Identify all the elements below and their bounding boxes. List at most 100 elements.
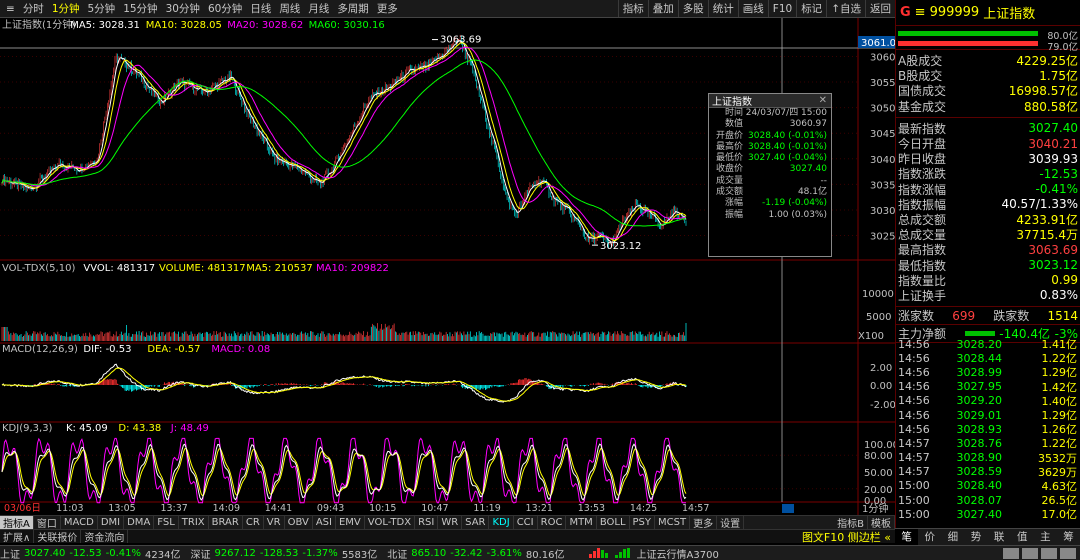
macd-legend-item: DIF: -0.53: [83, 344, 131, 355]
data-window-value: 3027.40 (-0.04%): [748, 153, 827, 164]
stock-name: 上证指数: [983, 7, 1036, 22]
order-strength-bars: 80.0亿 79.0亿: [896, 26, 1080, 53]
menu-icon[interactable]: ≡: [2, 0, 19, 17]
indicator-tab[interactable]: 更多: [690, 516, 718, 530]
period-tab[interactable]: 月线: [304, 0, 333, 17]
quote-value: 3023.12: [1028, 258, 1078, 273]
window-icon[interactable]: [1041, 547, 1057, 559]
quote-tab[interactable]: 细: [941, 529, 964, 545]
period-tab[interactable]: 日线: [246, 0, 275, 17]
menu-icon[interactable]: ≡: [915, 5, 926, 20]
window-icon[interactable]: [1003, 547, 1019, 559]
indicator-tab[interactable]: KDJ: [489, 516, 514, 529]
main-legend-item: MA20: 3028.62: [227, 20, 303, 31]
time-cursor-box: [782, 504, 794, 513]
data-window-key: 振幅: [724, 209, 743, 220]
quote-tab[interactable]: 联: [988, 529, 1011, 545]
toolbar-button[interactable]: 指标: [617, 0, 648, 17]
quote-tab[interactable]: 势: [964, 529, 987, 545]
indicator-tab[interactable]: SAR: [462, 516, 490, 529]
indicator-tab[interactable]: FSL: [154, 516, 179, 529]
indicator-tab[interactable]: BRAR: [209, 516, 243, 529]
high-label: 3063.69: [440, 35, 481, 46]
sidebar-toggle[interactable]: 图文F10 侧边栏 «: [802, 529, 895, 545]
period-tab[interactable]: 多周期: [333, 0, 373, 17]
group-badge[interactable]: G: [896, 5, 915, 20]
extension-tab[interactable]: 扩展∧: [0, 530, 35, 544]
indicator-tab[interactable]: OBV: [285, 516, 313, 529]
tick-time: 14:56: [898, 351, 930, 365]
toolbar-button[interactable]: 多股: [677, 0, 708, 17]
period-tab[interactable]: 60分钟: [204, 0, 246, 17]
indicator-tab[interactable]: DMA: [124, 516, 155, 529]
sell-strength-value: 79.0亿: [1047, 42, 1078, 53]
period-tab[interactable]: 5分钟: [84, 0, 120, 17]
window-icon[interactable]: [1022, 547, 1038, 559]
ma10-line: [1, 42, 687, 242]
toolbar-button[interactable]: 叠加: [647, 0, 678, 17]
indicator-tab[interactable]: TRIX: [179, 516, 209, 529]
indicator-tab[interactable]: EMV: [336, 516, 365, 529]
indicator-template-button[interactable]: 指标B: [834, 516, 868, 530]
quote-tab[interactable]: 笔: [895, 529, 919, 545]
quote-value: 0.99: [1051, 273, 1078, 288]
extension-tab[interactable]: 资金流向: [81, 530, 129, 544]
period-tab[interactable]: 周线: [275, 0, 304, 17]
indicator-tab[interactable]: 窗口: [34, 516, 61, 530]
tick-time: 14:56: [898, 365, 930, 379]
toolbar-button[interactable]: ↑自选: [826, 0, 865, 17]
toolbar-button[interactable]: 统计: [707, 0, 738, 17]
toolbar-button[interactable]: 返回: [865, 0, 895, 17]
period-tab[interactable]: 15分钟: [119, 0, 161, 17]
indicator-tab[interactable]: MACD: [61, 516, 98, 529]
indicator-tab[interactable]: CCI: [514, 516, 538, 529]
indicator-tab[interactable]: CR: [243, 516, 264, 529]
indicator-tab[interactable]: 指标A: [0, 516, 34, 530]
quote-row: 最低指数 3023.12: [896, 257, 1080, 273]
indicator-tab[interactable]: ROC: [538, 516, 567, 529]
period-tab[interactable]: 30分钟: [162, 0, 204, 17]
toolbar-button[interactable]: 标记: [796, 0, 826, 17]
quote-tab[interactable]: 筹: [1057, 529, 1080, 545]
time-axis-label: 10:15: [369, 503, 396, 514]
quote-tab[interactable]: 主: [1034, 529, 1057, 545]
indicator-tab[interactable]: RSI: [415, 516, 439, 529]
close-icon[interactable]: ✕: [815, 95, 831, 106]
price-tick-label: 3035: [870, 180, 895, 191]
indicator-tab[interactable]: VR: [264, 516, 285, 529]
extension-bar: 扩展∧ 关联报价 资金流向 图文F10 侧边栏 «: [0, 529, 895, 545]
indicator-tab[interactable]: ASI: [313, 516, 336, 529]
data-window-value: 1.00 (0.03%): [768, 209, 827, 220]
data-window-row: 涨幅 -1.19 (-0.04%): [709, 198, 831, 209]
period-tab[interactable]: 更多: [373, 0, 402, 17]
period-tab[interactable]: 分时: [19, 0, 48, 17]
indicator-tab[interactable]: VOL-TDX: [365, 516, 416, 529]
quote-row: 最新指数 3027.40: [896, 121, 1080, 136]
quote-tab[interactable]: 价: [918, 529, 941, 545]
indicator-tab[interactable]: BOLL: [597, 516, 630, 529]
tick-row: 14:56 3028.93 1.26亿: [896, 422, 1080, 437]
indicator-tab[interactable]: PSY: [630, 516, 656, 529]
indicator-tab[interactable]: DMI: [98, 516, 125, 529]
toolbar-button[interactable]: F10: [767, 0, 796, 17]
indicator-tab[interactable]: MCST: [655, 516, 691, 529]
indicator-tab[interactable]: MTM: [566, 516, 597, 529]
extension-tab[interactable]: 关联报价: [34, 530, 82, 544]
macd-legend-item: MACD(12,26,9): [2, 344, 78, 355]
data-window-row: 成交额 48.1亿: [709, 187, 831, 198]
quote-row: A股成交 4229.25亿: [896, 53, 1080, 68]
window-icon[interactable]: [1060, 547, 1076, 559]
chart-area[interactable]: 3060 3055 3050 3045 3040 3035 3030 3025 3061.0 30…: [0, 18, 895, 515]
period-tab[interactable]: 1分钟: [48, 0, 84, 17]
quote-value: 3027.40: [1028, 121, 1078, 136]
toolbar-button[interactable]: 画线: [737, 0, 768, 17]
indicator-template-button[interactable]: 模板: [868, 516, 895, 530]
quote-label: 基金成交: [898, 99, 947, 114]
volume-tick-label: 5000: [866, 312, 891, 323]
price-tick-label: 3030: [870, 206, 895, 217]
indicator-tab[interactable]: WR: [438, 516, 463, 529]
quote-tab[interactable]: 值: [1011, 529, 1034, 545]
data-window-key: 数值: [724, 119, 743, 130]
indicator-tab[interactable]: 设置: [717, 516, 745, 530]
volume-legend-item: MA5: 210537: [246, 263, 313, 274]
